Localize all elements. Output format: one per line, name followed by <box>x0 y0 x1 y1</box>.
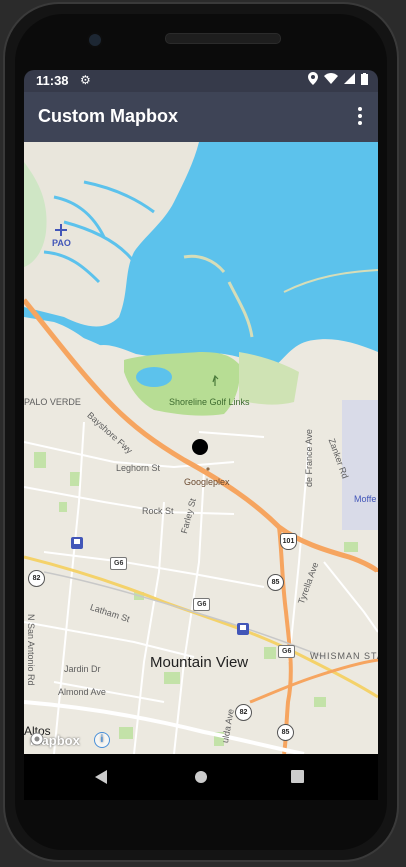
label-moffett: Moffe <box>354 494 377 504</box>
shield-g6: G6 <box>193 598 211 611</box>
back-icon[interactable] <box>95 770 109 784</box>
status-time: 11:38 <box>36 73 69 88</box>
label-palo-verde: PALO VERDE <box>24 397 81 407</box>
label-golf: Shoreline Golf Links <box>169 397 250 407</box>
signal-icon <box>344 73 355 84</box>
shield-g6: G6 <box>278 645 296 658</box>
shield-85: 85 <box>267 574 284 591</box>
power-button <box>401 190 406 250</box>
earpiece-speaker <box>165 33 281 44</box>
mapbox-logo-icon <box>30 732 44 746</box>
shield-85: 85 <box>277 724 294 741</box>
label-leghorn: Leghorn St <box>116 463 161 473</box>
label-de-france: de France Ave <box>304 429 314 487</box>
mapbox-attribution[interactable]: mapbox i <box>30 732 110 748</box>
train-icon <box>71 537 83 549</box>
shield-82: 82 <box>28 570 45 587</box>
map-view[interactable]: PAO PALO VERDE Bayshore Fwy Shoreline Go… <box>24 142 378 754</box>
home-icon[interactable] <box>194 770 208 784</box>
label-whisman: WHISMAN STATION <box>310 651 378 661</box>
shield-82: 82 <box>235 704 252 721</box>
info-icon[interactable]: i <box>93 732 110 748</box>
label-googleplex: Googleplex <box>184 477 230 487</box>
more-vert-icon[interactable] <box>354 104 366 128</box>
location-icon <box>308 72 318 85</box>
label-almond: Almond Ave <box>58 687 106 697</box>
airport-icon <box>55 224 67 236</box>
label-jardin: Jardin Dr <box>64 664 101 674</box>
label-pao: PAO <box>52 238 71 248</box>
status-icons <box>308 72 368 85</box>
shield-101: 101 <box>280 533 297 550</box>
app-toolbar: Custom Mapbox <box>24 92 378 142</box>
volume-button <box>401 280 406 370</box>
front-camera <box>87 32 103 48</box>
location-marker <box>192 439 208 455</box>
train-icon <box>237 623 249 635</box>
label-mountain-view: Mountain View <box>150 654 249 671</box>
recents-icon[interactable] <box>291 770 304 783</box>
shield-g6: G6 <box>110 557 128 570</box>
wifi-icon <box>324 73 338 84</box>
battery-icon <box>361 72 368 85</box>
device-screen: 11:38 ⚙ Custom Mapbox PAO PALO VERDE Bay… <box>24 70 378 800</box>
gear-icon: ⚙ <box>80 73 91 87</box>
label-rock: Rock St <box>142 506 174 516</box>
navigation-bar <box>24 754 378 800</box>
app-title: Custom Mapbox <box>38 106 179 126</box>
status-bar: 11:38 ⚙ <box>24 70 378 92</box>
label-san-antonio: N San Antonio Rd <box>26 614 36 686</box>
